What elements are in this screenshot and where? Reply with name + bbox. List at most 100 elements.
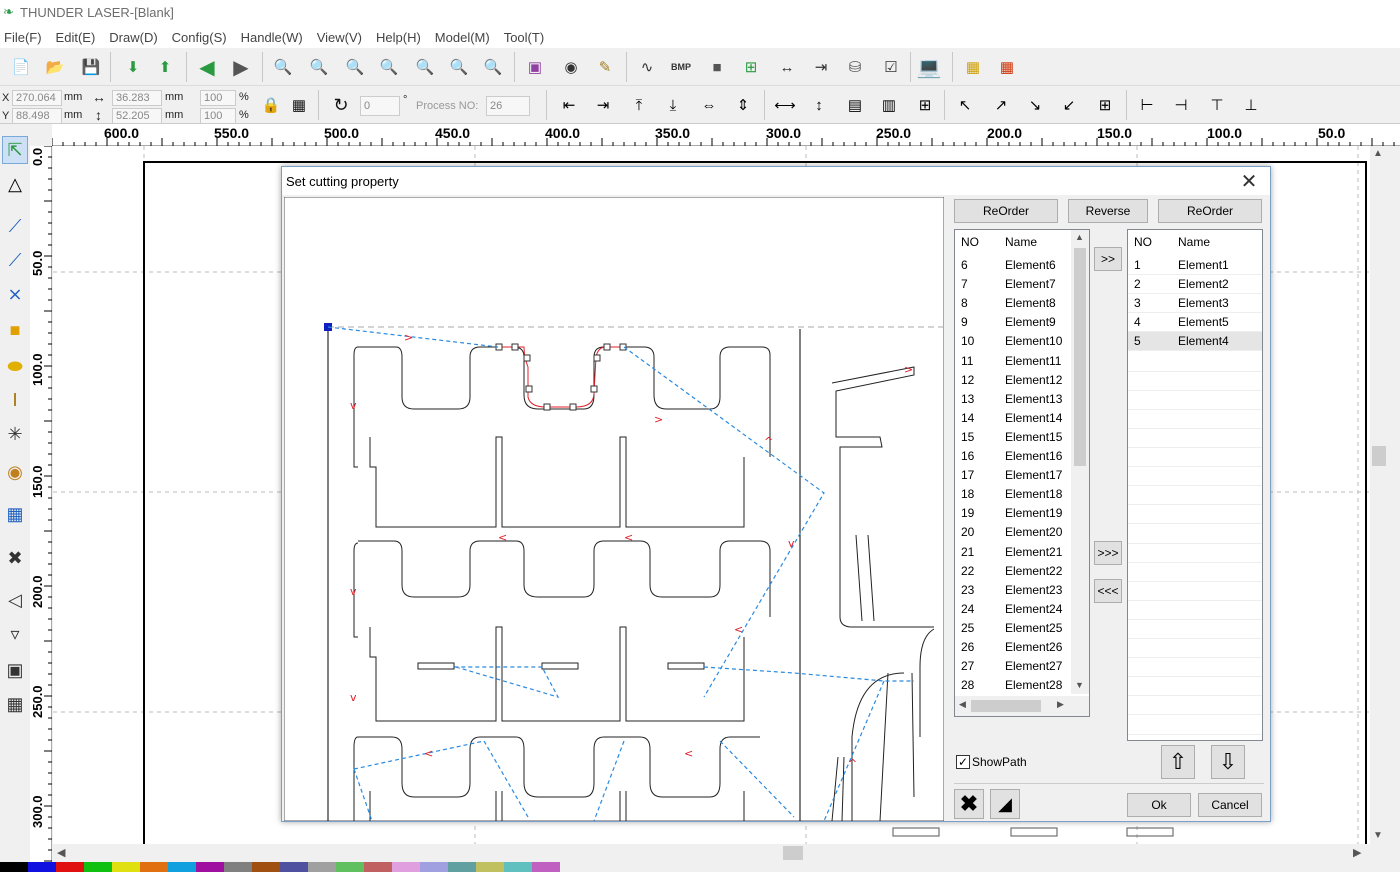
menu-view[interactable]: View(V) [317,30,362,45]
space-h-icon[interactable]: ↔ [774,54,800,80]
laser-run-icon[interactable]: ▦ [994,54,1020,80]
list-row[interactable]: 24 Element24 [955,600,1071,619]
polyline-tool-icon[interactable]: ⟋ [2,246,28,274]
list-hscrollbar[interactable]: ◀ ▶ [955,696,1089,716]
mirror-v-icon[interactable]: ▿ [2,620,28,648]
group-icon[interactable]: ⊞ [738,54,764,80]
open-folder-icon[interactable]: 📂 [42,54,68,80]
move-right-button[interactable]: >> [1094,247,1122,271]
ellipse-tool-icon[interactable]: ⬬ [2,352,28,380]
array-icon[interactable]: ⊞ [912,92,938,118]
zoom-fit-icon[interactable]: 🔍 [446,54,472,80]
text-tool-icon[interactable]: I [2,386,28,414]
menu-model[interactable]: Model(M) [435,30,490,45]
zoom-icon[interactable]: 🔍 [270,54,296,80]
list-row[interactable]: 4 Element5 [1128,313,1262,333]
align-right-icon[interactable]: ⇥ [590,92,616,118]
move-all-right-button[interactable]: >>> [1094,541,1122,565]
list-row[interactable]: 3 Element3 [1128,294,1262,314]
redo-icon[interactable]: ▶ [228,54,254,80]
menu-help[interactable]: Help(H) [376,30,421,45]
reverse-button[interactable]: Reverse [1068,199,1148,223]
zoom-page-icon[interactable]: 🔍 [412,54,438,80]
zoom-select-icon[interactable]: 🔍 [376,54,402,80]
close-icon[interactable]: ✕ [1238,169,1260,194]
align-top-icon[interactable]: ⤒ [626,92,652,118]
frame-icon[interactable]: ▣ [522,54,548,80]
ordered-elements-list[interactable]: NO Name 1 Element1 2 Element2 3 Element3 4 Elem… [1127,229,1263,741]
rectangle-tool-icon[interactable]: ■ [2,316,28,344]
list-row[interactable]: 21 Element21 [955,543,1071,562]
move-up-icon[interactable]: ⊤ [1204,92,1230,118]
export-icon[interactable]: ⬆ [152,54,178,80]
zoom-in-icon[interactable]: 🔍 [306,54,332,80]
list-row[interactable]: 7 Element7 [955,275,1071,294]
print-icon[interactable]: ⛁ [842,54,868,80]
square-icon[interactable]: ■ [704,54,730,80]
list-row[interactable]: 8 Element8 [955,294,1071,313]
undo-icon[interactable]: ◀ [194,54,220,80]
move-bottom-right-icon[interactable]: ↘ [1022,92,1048,118]
height-field[interactable]: 52.205 [112,108,162,124]
list-row[interactable]: 5 Element4 [1128,332,1262,352]
center-h-icon[interactable]: ⇔ [696,92,722,118]
import-icon[interactable]: ⬇ [120,54,146,80]
list-row[interactable]: 11 Element11 [955,352,1071,371]
width-field[interactable]: 36.283 [112,90,162,106]
delete-tool-icon[interactable]: ✖ [2,544,28,572]
list-row[interactable]: 12 Element12 [955,371,1071,390]
scroll-thumb[interactable] [1372,446,1386,466]
grid-tool-icon[interactable]: ▦ [2,500,28,528]
list-row[interactable]: 10 Element10 [955,332,1071,351]
vertical-scrollbar[interactable]: ▲ ▼ [1370,146,1388,844]
equal-space-h-icon[interactable]: ▤ [842,92,868,118]
list-row[interactable]: 25 Element25 [955,619,1071,638]
same-height-icon[interactable]: ↕ [806,92,832,118]
menu-config[interactable]: Config(S) [172,30,227,45]
move-left-icon[interactable]: ⊢ [1134,92,1160,118]
image-tool-icon[interactable]: ◉ [2,458,28,486]
list-row[interactable]: 20 Element20 [955,523,1071,542]
curve-tool-icon[interactable]: ⨯ [2,280,28,308]
move-top-right-icon[interactable]: ↗ [988,92,1014,118]
move-top-left-icon[interactable]: ↖ [952,92,978,118]
point-tool-icon[interactable]: ✳ [2,420,28,448]
list-row[interactable]: 2 Element2 [1128,275,1262,295]
array-tool-icon[interactable]: ▦ [2,690,28,718]
x-field[interactable]: 270.064 [12,90,62,106]
rotate-icon[interactable]: ↻ [328,92,354,118]
list-row[interactable]: 27 Element27 [955,657,1071,676]
align-left-icon[interactable]: ⇤ [556,92,582,118]
reorder-left-button[interactable]: ReOrder [954,199,1058,223]
color-palette[interactable] [0,862,1400,872]
monitor-icon[interactable]: 💻 [916,54,942,80]
list-row[interactable]: 26 Element26 [955,638,1071,657]
bitmap-icon[interactable]: BMP [668,54,694,80]
process-field[interactable]: 26 [486,96,530,116]
horizontal-scrollbar[interactable]: ◀ ▶ [53,844,1370,862]
checklist-icon[interactable]: ☑ [878,54,904,80]
list-row[interactable]: 23 Element23 [955,581,1071,600]
move-down-icon[interactable]: ⇩ [1211,745,1245,779]
same-width-icon[interactable]: ⟷ [772,92,798,118]
node-edit-icon[interactable]: △ [2,170,28,198]
move-up-icon[interactable]: ⇧ [1161,745,1195,779]
reorder-right-button[interactable]: ReOrder [1158,199,1262,223]
list-row[interactable]: 14 Element14 [955,409,1071,428]
list-row[interactable]: 28 Element28 [955,676,1071,695]
equal-space-v-icon[interactable]: ▥ [876,92,902,118]
align-bottom-icon[interactable]: ⤓ [660,92,686,118]
zoom-all-icon[interactable]: 🔍 [480,54,506,80]
cancel-button[interactable]: Cancel [1198,793,1262,817]
new-file-icon[interactable]: 📄 [8,54,34,80]
resize-path-icon[interactable]: ◢ [990,789,1020,819]
move-down-icon[interactable]: ⊥ [1238,92,1264,118]
list-scrollbar[interactable]: ▲ ▼ [1071,230,1089,694]
rotate-field[interactable]: 0 [360,96,400,116]
border-tool-icon[interactable]: ▣ [2,656,28,684]
scale-x-field[interactable]: 100 [200,90,236,106]
ok-button[interactable]: Ok [1127,793,1191,817]
list-row[interactable]: 1 Element1 [1128,256,1262,275]
curve-icon[interactable]: ∿ [634,54,660,80]
zoom-out-icon[interactable]: 🔍 [342,54,368,80]
